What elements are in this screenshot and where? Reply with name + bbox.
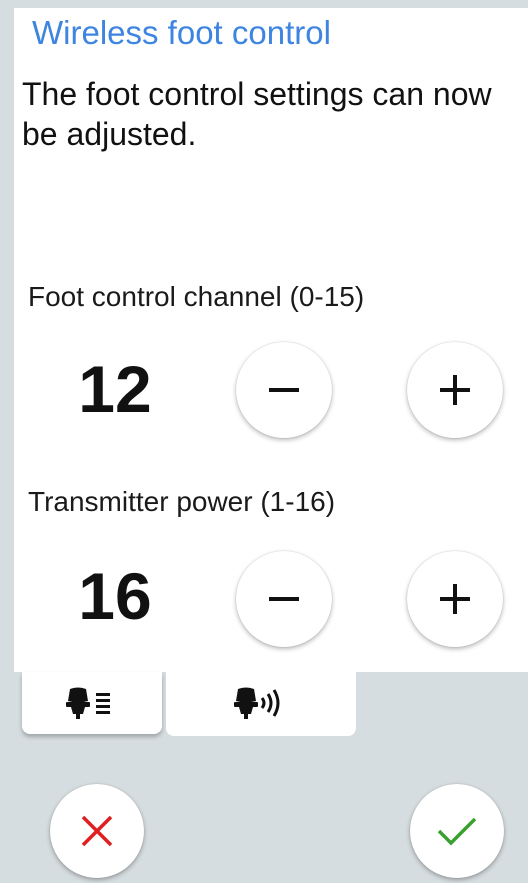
plus-icon xyxy=(440,375,470,405)
transmitter-power-label: Transmitter power (1-16) xyxy=(28,486,336,517)
left-border xyxy=(0,0,14,883)
cancel-button[interactable] xyxy=(50,784,144,878)
transmitter-power-increment-button[interactable] xyxy=(407,551,503,647)
page-description: The foot control settings can now be adj… xyxy=(22,76,492,152)
tab-wireless[interactable] xyxy=(166,672,356,736)
confirm-button[interactable] xyxy=(410,784,504,878)
page-title: Wireless foot control xyxy=(32,14,331,51)
channel-decrement-button[interactable] xyxy=(236,342,332,438)
checkmark-icon xyxy=(437,817,477,846)
channel-label: Foot control channel (0-15) xyxy=(28,281,365,312)
channel-value: 12 xyxy=(78,352,152,426)
minus-icon xyxy=(269,597,299,601)
foot-control-wireless-icon xyxy=(234,687,280,719)
foot-control-settings-list-icon xyxy=(66,687,110,719)
tab-foot-control-settings[interactable] xyxy=(22,672,162,734)
plus-icon xyxy=(440,584,470,614)
top-border xyxy=(0,0,528,8)
close-icon xyxy=(81,815,113,847)
channel-increment-button[interactable] xyxy=(407,342,503,438)
minus-icon xyxy=(269,388,299,392)
transmitter-power-value: 16 xyxy=(78,559,152,633)
transmitter-power-decrement-button[interactable] xyxy=(236,551,332,647)
